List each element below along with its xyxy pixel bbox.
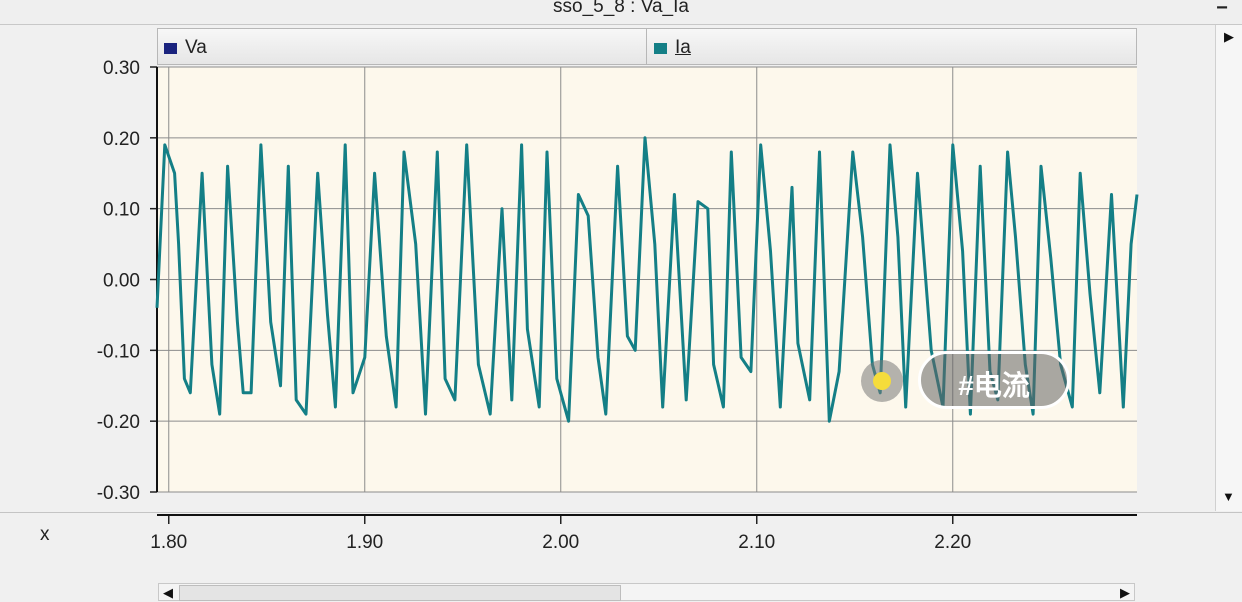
x-axis-marker: x — [40, 524, 50, 545]
cursor-dot-icon — [861, 360, 903, 402]
y-tick-label: 0.00 — [103, 271, 140, 292]
y-tick-label: 0.10 — [103, 200, 140, 221]
y-tick-label: 0.30 — [103, 58, 140, 79]
x-tick-label: 1.80 — [150, 532, 187, 553]
x-tick-label: 2.10 — [738, 532, 775, 553]
x-tick-label: 1.90 — [346, 532, 383, 553]
overlay-tag-label: #电流 — [921, 364, 1067, 404]
x-tick-label: 2.20 — [934, 532, 971, 553]
y-tick-label: 0.20 — [103, 129, 140, 150]
overlay-tag[interactable]: #电流 — [918, 351, 1070, 409]
y-tick-label: -0.20 — [97, 412, 140, 433]
x-tick-label: 2.00 — [542, 532, 579, 553]
y-tick-label: -0.10 — [97, 341, 140, 362]
chart-svg: 0.30 0.20 0.10 0.00 -0.10 -0.20 -0.30 1.80 1.90 2… — [0, 0, 1242, 601]
y-tick-label: -0.30 — [97, 483, 140, 504]
